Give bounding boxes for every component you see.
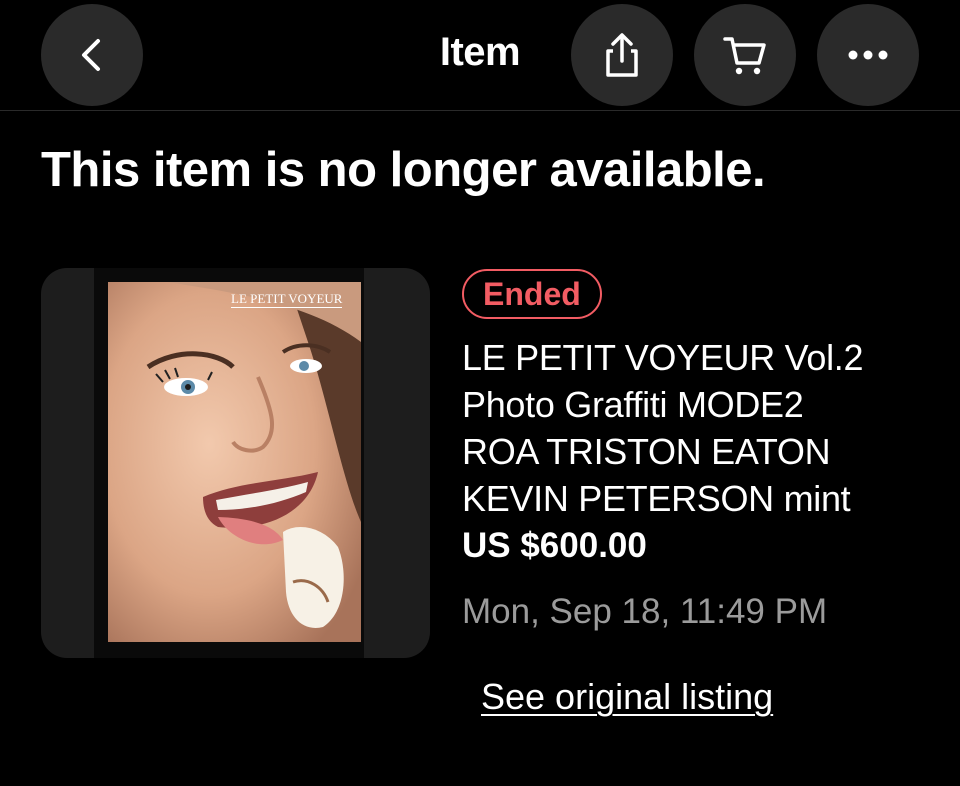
cart-icon xyxy=(723,37,766,75)
ended-date: Mon, Sep 18, 11:49 PM xyxy=(462,592,828,631)
share-icon xyxy=(606,33,638,77)
thumbnail-frame: LE PETIT VOYEUR xyxy=(94,268,364,658)
cover-title-text: LE PETIT VOYEUR xyxy=(231,291,343,308)
share-button[interactable] xyxy=(571,4,673,106)
item-price: US $600.00 xyxy=(462,526,647,565)
item-thumbnail[interactable]: LE PETIT VOYEUR xyxy=(41,268,430,658)
top-bar: Item xyxy=(0,0,960,111)
status-badge: Ended xyxy=(462,269,602,319)
back-button[interactable] xyxy=(41,4,143,106)
cover-photo xyxy=(108,282,361,642)
more-options-button[interactable] xyxy=(817,4,919,106)
item-title-line: Photo Graffiti MODE2 xyxy=(462,384,804,425)
unavailable-message: This item is no longer available. xyxy=(41,143,766,197)
page-title: Item xyxy=(439,30,521,74)
item-title-line: KEVIN PETERSON mint xyxy=(462,478,851,519)
item-title[interactable]: LE PETIT VOYEUR Vol.2 Photo Graffiti MOD… xyxy=(462,334,932,522)
cart-button[interactable] xyxy=(694,4,796,106)
see-original-listing-link[interactable]: See original listing xyxy=(481,676,773,718)
more-icon xyxy=(848,50,888,60)
back-arrow-icon xyxy=(82,39,100,71)
item-title-line: ROA TRISTON EATON xyxy=(462,431,831,472)
item-title-line: LE PETIT VOYEUR Vol.2 xyxy=(462,337,864,378)
magazine-cover-image: LE PETIT VOYEUR xyxy=(108,282,361,642)
